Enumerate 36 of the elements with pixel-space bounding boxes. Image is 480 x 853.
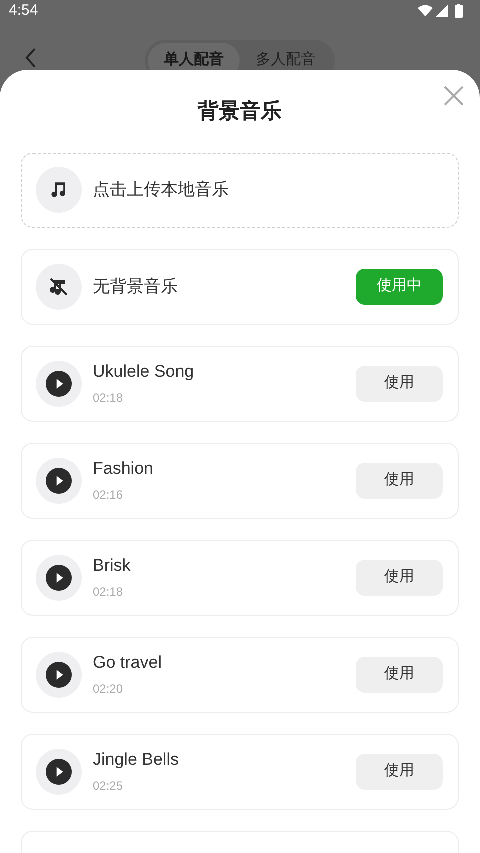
music-title: Ukulele Song <box>93 360 196 382</box>
music-title: Go travel <box>93 652 163 674</box>
use-button[interactable]: 使用 <box>356 560 443 596</box>
music-note-icon <box>36 167 82 213</box>
music-item-card[interactable]: Jingle Bells 02:25 使用 <box>21 734 459 810</box>
music-duration: 02:18 <box>93 390 124 406</box>
upload-card[interactable]: 点击上传本地音乐 <box>21 152 459 228</box>
play-icon[interactable] <box>46 370 72 396</box>
music-title: Fashion <box>93 458 154 480</box>
music-duration: 02:25 <box>93 778 124 794</box>
play-icon[interactable] <box>46 758 72 784</box>
play-icon[interactable] <box>46 662 72 688</box>
music-duration: 02:16 <box>93 486 124 504</box>
music-title: 无背景音乐 <box>93 276 179 298</box>
wifi-icon <box>418 5 433 18</box>
music-item-card[interactable]: 无背景音乐 使用中 <box>21 248 459 324</box>
back-icon[interactable] <box>25 48 37 68</box>
use-button[interactable]: 使用 <box>356 462 443 498</box>
signal-icon <box>436 5 448 18</box>
battery-icon <box>455 4 463 18</box>
music-item-card[interactable]: Go travel 02:20 使用 <box>21 636 459 712</box>
status-time: 4:54 <box>9 1 38 21</box>
upload-label: 点击上传本地音乐 <box>93 179 229 202</box>
play-icon[interactable] <box>46 564 72 590</box>
use-button[interactable]: 使用 <box>356 656 443 692</box>
music-item-card[interactable]: Ukulele Song 02:18 使用 <box>21 346 459 422</box>
play-icon[interactable] <box>46 468 72 494</box>
music-item-card[interactable]: Brisk 02:18 使用 <box>21 540 459 616</box>
sheet-title: 背景音乐 <box>198 98 282 124</box>
use-button[interactable]: 使用 <box>356 754 443 790</box>
music-duration: 02:20 <box>93 680 124 698</box>
music-duration: 02:18 <box>93 584 124 600</box>
music-title: Jingle Bells <box>93 748 180 770</box>
use-button[interactable]: 使用 <box>356 366 443 402</box>
music-title: Brisk <box>93 554 132 576</box>
music-item-card[interactable]: Fashion 02:16 使用 <box>21 442 459 518</box>
